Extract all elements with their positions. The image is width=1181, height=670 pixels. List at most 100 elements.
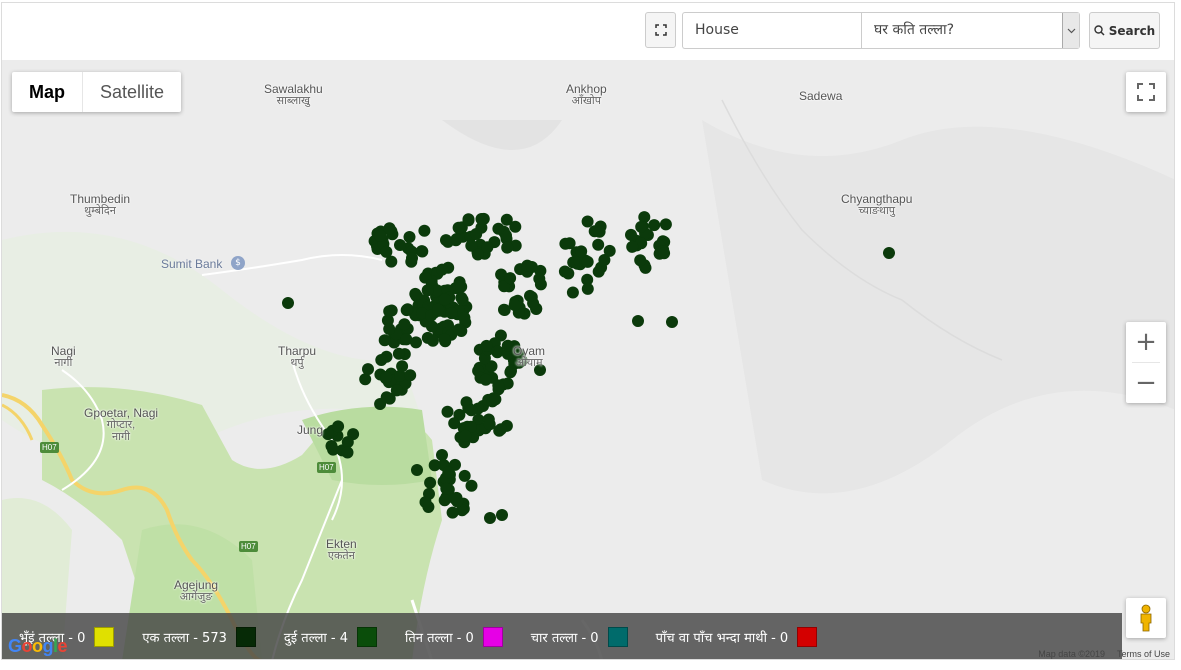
house-marker[interactable]: [524, 289, 536, 302]
house-marker[interactable]: [392, 347, 405, 360]
house-marker[interactable]: [419, 496, 432, 509]
house-marker[interactable]: [327, 443, 340, 456]
house-marker[interactable]: [416, 245, 429, 258]
house-marker[interactable]: [581, 215, 594, 228]
fullscreen-button[interactable]: [1126, 72, 1166, 112]
house-marker[interactable]: [581, 282, 594, 295]
house-marker[interactable]: [436, 263, 449, 276]
house-marker[interactable]: [501, 339, 514, 352]
house-marker[interactable]: [374, 229, 387, 242]
terms-link[interactable]: Terms of Use: [1117, 649, 1170, 659]
house-marker[interactable]: [465, 404, 478, 417]
house-marker[interactable]: [383, 305, 396, 318]
house-marker[interactable]: [452, 280, 465, 293]
house-marker[interactable]: [432, 303, 445, 316]
house-marker[interactable]: [341, 436, 354, 449]
house-marker[interactable]: [593, 225, 606, 238]
house-marker[interactable]: [603, 244, 616, 257]
map-type-satellite-button[interactable]: Satellite: [83, 72, 181, 112]
house-marker[interactable]: [445, 307, 458, 320]
house-marker[interactable]: [452, 323, 465, 336]
street-view-button[interactable]: [1126, 598, 1166, 638]
house-marker[interactable]: [426, 334, 439, 347]
house-marker[interactable]: [459, 429, 472, 442]
house-marker[interactable]: [632, 315, 644, 327]
question-select[interactable]: घर कति तल्ला?: [861, 12, 1080, 49]
zoom-out-button[interactable]: −: [1126, 363, 1166, 403]
house-marker[interactable]: [428, 459, 441, 472]
house-marker[interactable]: [471, 248, 484, 261]
house-marker[interactable]: [322, 428, 335, 441]
house-marker[interactable]: [438, 494, 451, 507]
category-input[interactable]: House: [682, 12, 862, 49]
bank-icon[interactable]: $: [231, 256, 245, 270]
house-marker[interactable]: [575, 245, 588, 258]
house-marker[interactable]: [421, 284, 434, 297]
house-marker[interactable]: [475, 213, 488, 225]
house-marker[interactable]: [658, 247, 671, 260]
house-marker[interactable]: [410, 336, 422, 349]
house-marker[interactable]: [666, 316, 678, 328]
house-marker[interactable]: [398, 318, 411, 331]
house-marker[interactable]: [480, 339, 493, 352]
house-marker[interactable]: [409, 287, 422, 300]
house-marker[interactable]: [458, 469, 471, 482]
house-marker[interactable]: [509, 220, 522, 233]
house-marker[interactable]: [534, 278, 547, 291]
house-marker[interactable]: [282, 297, 294, 309]
house-marker[interactable]: [626, 240, 639, 253]
house-marker[interactable]: [450, 233, 463, 245]
house-marker[interactable]: [441, 405, 454, 418]
house-marker[interactable]: [362, 363, 374, 376]
house-marker[interactable]: [455, 291, 468, 304]
house-marker[interactable]: [470, 228, 483, 240]
house-marker[interactable]: [462, 213, 475, 226]
house-marker[interactable]: [494, 423, 507, 436]
house-marker[interactable]: [438, 333, 451, 346]
house-marker[interactable]: [592, 265, 605, 278]
house-marker[interactable]: [375, 354, 388, 366]
house-marker[interactable]: [489, 393, 502, 406]
house-marker[interactable]: [411, 464, 423, 476]
house-marker[interactable]: [406, 252, 418, 265]
house-marker[interactable]: [383, 323, 396, 335]
house-marker[interactable]: [448, 492, 461, 505]
house-marker[interactable]: [525, 261, 538, 273]
house-marker[interactable]: [442, 466, 455, 479]
house-marker[interactable]: [635, 220, 648, 233]
house-marker[interactable]: [378, 334, 391, 347]
house-marker[interactable]: [496, 509, 508, 521]
house-marker[interactable]: [396, 360, 409, 373]
house-marker[interactable]: [440, 234, 452, 247]
house-marker[interactable]: [452, 221, 465, 234]
house-marker[interactable]: [436, 449, 448, 461]
expand-button[interactable]: [645, 12, 676, 48]
house-marker[interactable]: [883, 247, 895, 259]
house-marker[interactable]: [341, 446, 354, 459]
zoom-in-button[interactable]: +: [1126, 322, 1166, 362]
house-marker[interactable]: [380, 391, 393, 404]
house-marker[interactable]: [448, 417, 461, 430]
house-marker[interactable]: [498, 304, 511, 316]
house-marker[interactable]: [484, 512, 496, 524]
house-marker[interactable]: [390, 384, 403, 397]
house-marker[interactable]: [559, 237, 572, 250]
house-marker[interactable]: [566, 286, 579, 299]
house-marker[interactable]: [440, 482, 453, 495]
house-marker[interactable]: [592, 238, 605, 251]
house-marker[interactable]: [501, 241, 514, 254]
house-marker[interactable]: [634, 254, 647, 267]
house-marker[interactable]: [481, 241, 494, 254]
house-marker[interactable]: [404, 369, 417, 382]
google-logo[interactable]: Google: [8, 636, 68, 657]
map-canvas[interactable]: Sawalakhu साब्लाखु Ankhop आँखोप Sadewa Thu…: [2, 60, 1174, 659]
house-marker[interactable]: [424, 476, 437, 489]
house-marker[interactable]: [504, 272, 517, 285]
house-marker[interactable]: [446, 506, 459, 519]
search-button[interactable]: Search: [1089, 12, 1160, 49]
house-marker[interactable]: [659, 218, 672, 231]
house-marker[interactable]: [458, 311, 471, 324]
house-marker[interactable]: [492, 379, 505, 392]
house-marker[interactable]: [562, 267, 575, 280]
house-marker[interactable]: [492, 222, 505, 235]
